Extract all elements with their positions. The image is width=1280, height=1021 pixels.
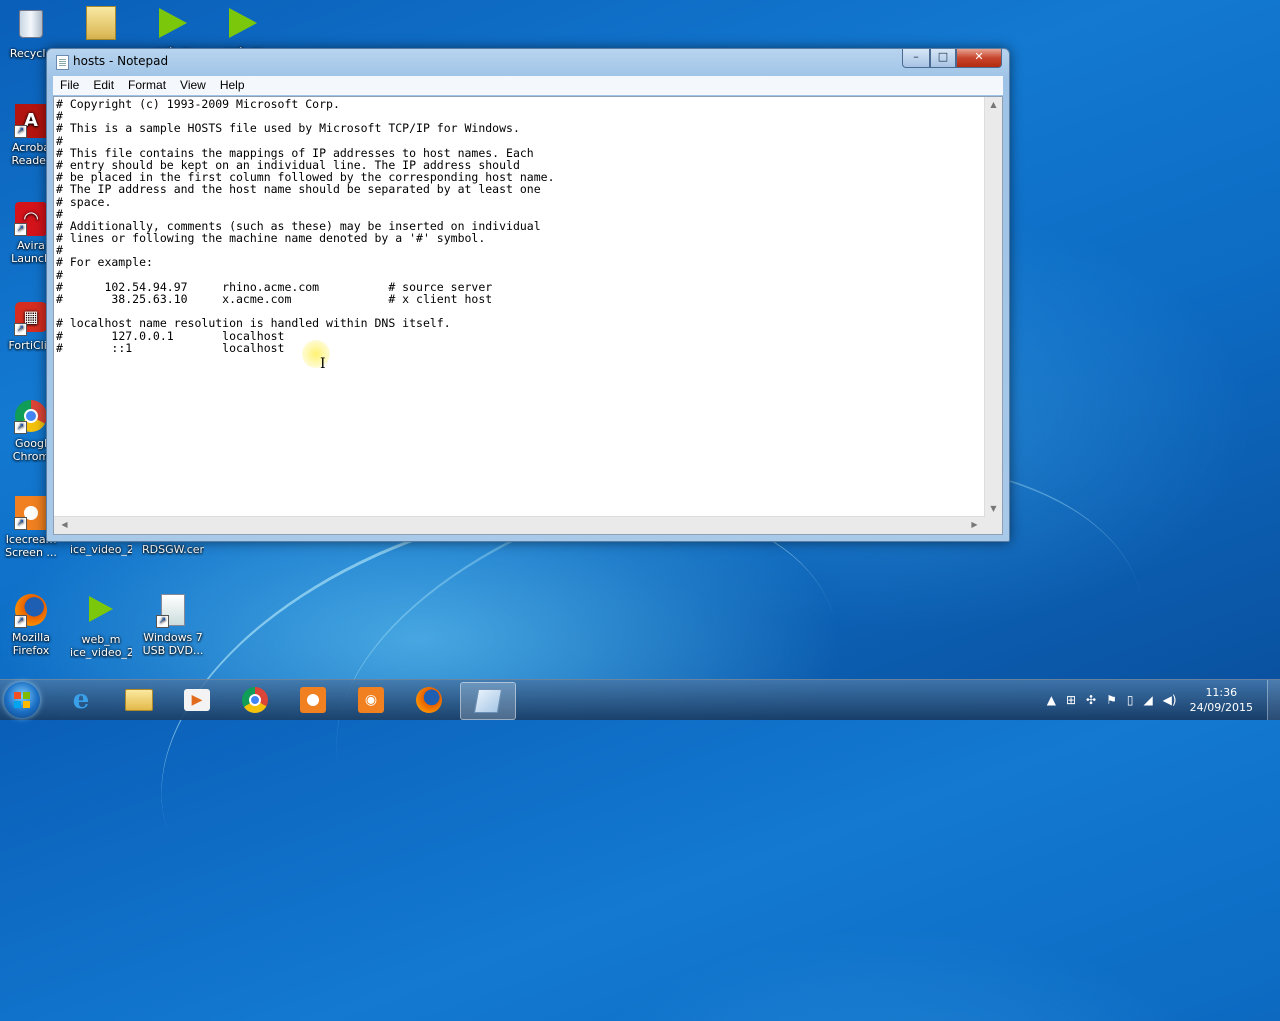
text-line[interactable]: # This is a sample HOSTS file used by Mi… <box>56 122 984 134</box>
desktop-icon-mozilla-firefox[interactable]: ↗ Mozilla Firefox <box>0 594 62 657</box>
volume-icon[interactable]: ◀) <box>1163 693 1177 707</box>
video-file-icon <box>89 596 113 622</box>
folder-icon <box>84 6 118 40</box>
text-line[interactable]: # 38.25.63.10 x.acme.com # x client host <box>56 293 984 305</box>
caption-buttons: – □ ✕ <box>902 49 1002 68</box>
action-center-flag-icon[interactable]: ⚑ <box>1106 693 1117 707</box>
menu-format[interactable]: Format <box>121 76 173 95</box>
menu-help[interactable]: Help <box>213 76 252 95</box>
text-cursor-icon: I <box>320 356 326 372</box>
text-content[interactable]: # Copyright (c) 1993-2009 Microsoft Corp… <box>56 98 984 516</box>
horizontal-scrollbar[interactable]: ◀ ▶ <box>54 516 985 534</box>
text-line[interactable]: # lines or following the machine name de… <box>56 232 984 244</box>
text-line[interactable]: # space. <box>56 195 984 207</box>
internet-explorer-icon: e <box>72 685 90 715</box>
scroll-up-arrow[interactable]: ▲ <box>985 100 1002 110</box>
recycle-bin-icon <box>14 10 48 44</box>
firefox-icon <box>416 687 442 713</box>
taskbar-internet-explorer[interactable]: e <box>54 682 108 718</box>
video-file-icon <box>159 8 187 38</box>
text-line[interactable]: # localhost name resolution is handled w… <box>56 317 984 329</box>
icecream-recorder-icon: ↗ <box>14 496 48 530</box>
taskbar-google-chrome[interactable] <box>228 682 282 718</box>
system-tray: ▲ ⊞ ✣ ⚑ ▯ ◢ ◀) 11:36 24/09/2015 <box>1042 680 1280 720</box>
text-line[interactable]: # For example: <box>56 256 984 268</box>
text-line[interactable]: # The IP address and the host name shoul… <box>56 183 984 195</box>
folder-icon <box>125 689 153 711</box>
camera-icon: ◉ <box>358 687 384 713</box>
chrome-icon <box>242 687 268 713</box>
desktop-icon-ice-video[interactable]: ice_video_2... <box>70 543 132 556</box>
text-editor[interactable]: # Copyright (c) 1993-2009 Microsoft Corp… <box>53 96 1003 535</box>
text-line[interactable]: # ::1 localhost <box>56 342 984 354</box>
clock[interactable]: 11:36 24/09/2015 <box>1190 685 1253 715</box>
video-file-icon <box>229 8 257 38</box>
taskbar-file-explorer[interactable] <box>112 682 166 718</box>
forticlient-icon: ▦ ↗ <box>14 302 48 336</box>
network-sync-icon[interactable]: ✣ <box>1086 693 1096 707</box>
menu-bar: File Edit Format View Help <box>53 76 1003 95</box>
text-line[interactable]: # <box>56 134 984 146</box>
taskbar-media-player[interactable]: ▶ <box>170 682 224 718</box>
text-line[interactable]: # <box>56 268 984 280</box>
notepad-icon <box>473 689 503 713</box>
desktop-icon-folder[interactable] <box>70 6 132 43</box>
menu-file[interactable]: File <box>53 76 86 95</box>
title-bar[interactable]: hosts - Notepad – □ ✕ <box>47 49 1009 75</box>
windows-logo-icon <box>14 692 21 699</box>
show-desktop-button[interactable] <box>1267 680 1280 720</box>
menu-edit[interactable]: Edit <box>86 76 121 95</box>
notepad-window[interactable]: hosts - Notepad – □ ✕ File Edit Format V… <box>46 48 1010 542</box>
desktop-icon-rdsgw-cer[interactable]: RDSGW.cer <box>142 543 204 556</box>
battery-icon[interactable]: ▯ <box>1127 693 1134 707</box>
clock-date: 24/09/2015 <box>1189 701 1253 714</box>
text-line[interactable]: # 127.0.0.1 localhost <box>56 329 984 341</box>
scroll-left-arrow[interactable]: ◀ <box>56 520 73 530</box>
icecream-recorder-icon <box>300 687 326 713</box>
windows-flag-icon[interactable]: ⊞ <box>1066 693 1076 707</box>
minimize-button[interactable]: – <box>902 49 930 68</box>
notepad-icon <box>56 55 69 70</box>
close-button[interactable]: ✕ <box>956 49 1002 68</box>
show-hidden-icons-icon[interactable]: ▲ <box>1047 693 1056 707</box>
text-line[interactable]: # Copyright (c) 1993-2009 Microsoft Corp… <box>56 98 984 110</box>
text-line[interactable]: # <box>56 244 984 256</box>
taskbar-mozilla-firefox[interactable] <box>402 682 456 718</box>
taskbar-icecream-recorder[interactable] <box>286 682 340 718</box>
scrollbar-corner <box>985 517 1002 534</box>
firefox-icon: ↗ <box>14 594 48 628</box>
scroll-down-arrow[interactable]: ▼ <box>985 504 1002 514</box>
wifi-signal-icon[interactable]: ◢ <box>1143 693 1152 707</box>
scroll-right-arrow[interactable]: ▶ <box>966 520 983 530</box>
media-player-icon: ▶ <box>184 689 210 711</box>
usb-dvd-tool-icon: ↗ <box>156 594 190 628</box>
chrome-icon: ↗ <box>14 400 48 434</box>
taskbar-icecream-capture[interactable]: ◉ <box>344 682 398 718</box>
desktop-icon-windows7-usb-dvd[interactable]: ↗ Windows 7 USB DVD... <box>142 594 204 657</box>
start-button[interactable] <box>4 682 40 718</box>
taskbar-notepad[interactable] <box>460 682 516 720</box>
acrobat-reader-icon: A ↗ <box>14 104 48 138</box>
clock-time: 11:36 <box>1205 686 1238 699</box>
avira-icon: ◠ ↗ <box>14 202 48 236</box>
menu-view[interactable]: View <box>173 76 213 95</box>
cursor-highlight <box>302 340 330 368</box>
window-title: hosts - Notepad <box>73 54 169 68</box>
desktop-icon-web-m-ice-video[interactable]: web_m ice_video_2... <box>70 594 132 659</box>
taskbar: e ▶ ◉ ▲ ⊞ ✣ ⚑ ▯ ◢ ◀) 11:36 24/09/2015 <box>0 679 1280 720</box>
vertical-scrollbar[interactable]: ▲ ▼ <box>984 97 1002 517</box>
maximize-button[interactable]: □ <box>930 49 956 68</box>
